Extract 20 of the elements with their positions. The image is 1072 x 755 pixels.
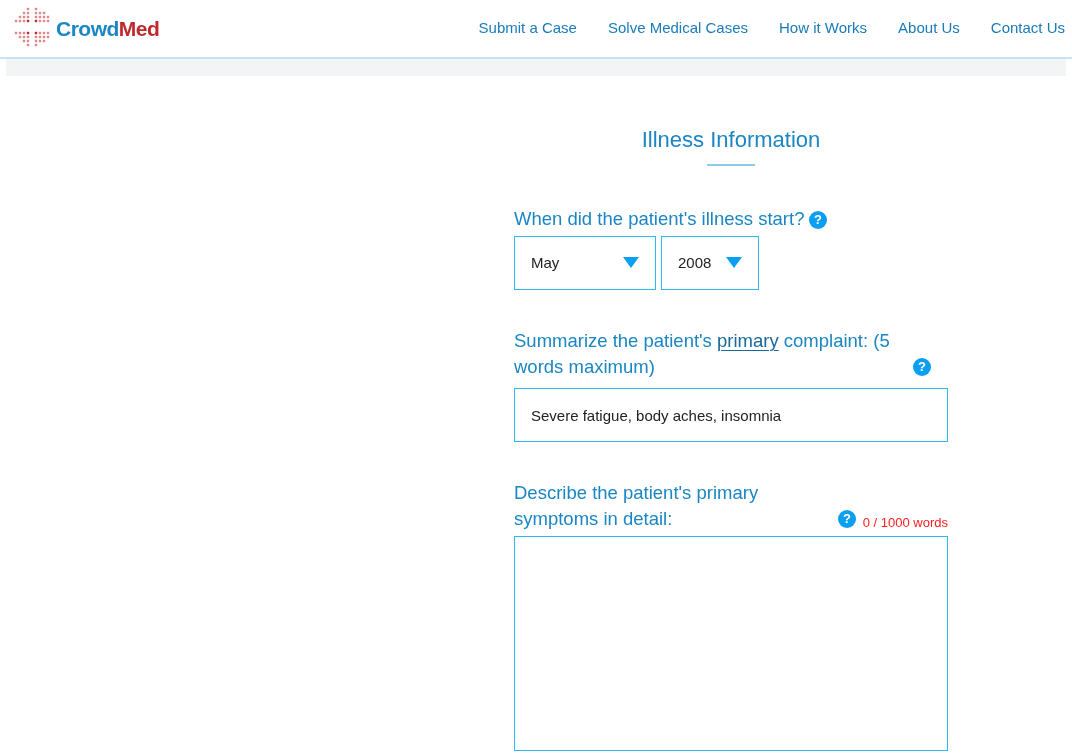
caret-icon [726,257,742,269]
nav-link[interactable]: About Us [898,17,960,40]
word-counter: 0 / 1000 words [862,513,948,532]
help-icon[interactable]: ? [838,510,856,528]
section-title: Illness Information [640,126,822,154]
help-icon[interactable]: ? [808,210,827,229]
symptoms-textarea[interactable] [514,536,948,751]
question-label: Summarize the patient's primary complaint: (5 words maximum) [514,329,891,379]
nav-link[interactable]: Contact Us [990,17,1065,40]
complaint-field[interactable]: Severe fatigue, body aches, insomnia [514,388,948,442]
nav-link[interactable]: How it Works [779,17,868,40]
month-dropdown[interactable]: May [514,236,656,290]
question-label: When did the patient's illness start? [514,208,805,229]
caret-icon [623,257,639,269]
nav-link[interactable]: Solve Medical Cases [607,17,748,40]
year-dropdown[interactable]: 2008 [661,236,759,290]
logo-text[interactable]: CrowdMed [56,12,160,45]
question-label: Describe the patient's primary symptoms in detail: [514,481,760,531]
help-icon[interactable]: ? [913,358,931,376]
nav-link[interactable]: Submit a Case [478,17,577,40]
